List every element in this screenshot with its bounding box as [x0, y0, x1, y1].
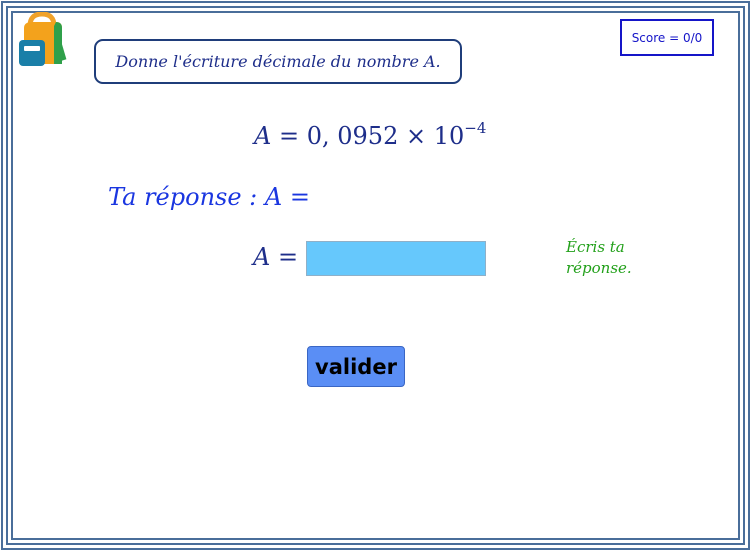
- number-expression: A = 0, 0952 × 10−4: [254, 119, 487, 151]
- instruction-box: Donne l'écriture décimale du nombre A.: [94, 39, 462, 84]
- hint-line-2: réponse.: [566, 259, 632, 277]
- score-text: Score = 0/0: [631, 30, 703, 45]
- instruction-text: Donne l'écriture décimale du nombre A.: [115, 52, 441, 71]
- answer-prompt-text: Ta réponse : A =: [108, 183, 310, 211]
- hint-text: Écris ta réponse.: [566, 237, 646, 279]
- answer-label: A =: [253, 243, 298, 271]
- answer-variable: A: [253, 243, 271, 271]
- answer-equals: =: [277, 243, 299, 271]
- expression-exponent: −4: [464, 119, 487, 137]
- validate-button[interactable]: valider: [307, 346, 405, 387]
- expression-mantissa: 0, 0952: [306, 122, 399, 150]
- score-box: Score = 0/0: [620, 19, 714, 56]
- expression-times: ×: [405, 122, 427, 150]
- answer-input[interactable]: [306, 241, 486, 276]
- validate-button-label: valider: [315, 354, 397, 379]
- hint-line-1: Écris ta: [566, 238, 625, 256]
- answer-prompt: Ta réponse : A =: [108, 183, 310, 211]
- expression-base: 10: [433, 122, 465, 150]
- backpack-icon: [19, 12, 67, 66]
- expression-variable: A: [254, 122, 272, 150]
- expression-equals: =: [278, 122, 300, 150]
